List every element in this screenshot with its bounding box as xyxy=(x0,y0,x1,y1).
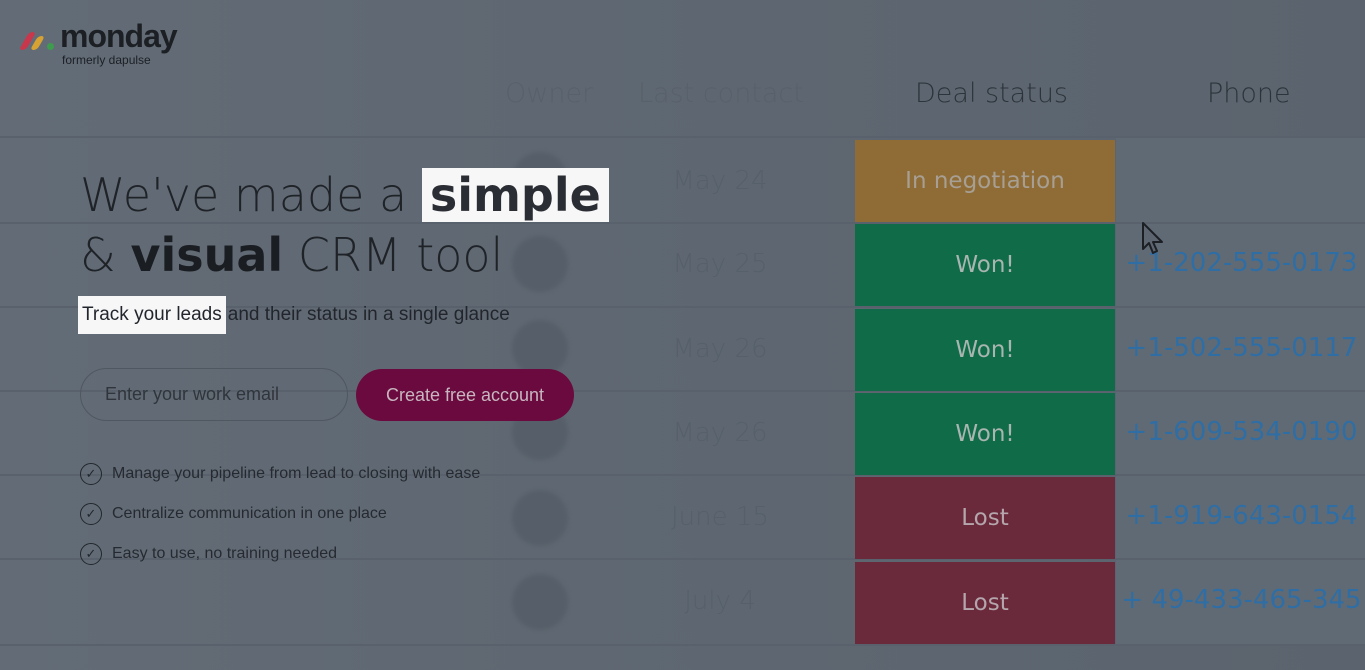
check-circle-icon: ✓ xyxy=(80,543,102,565)
feature-list: ✓ Manage your pipeline from lead to clos… xyxy=(80,462,480,582)
logo-mark-icon xyxy=(18,31,54,50)
col-header-contact: Last contact xyxy=(638,78,804,109)
check-circle-icon: ✓ xyxy=(80,503,102,525)
hero-headline: We've made a simple & visual CRM tool xyxy=(80,165,609,285)
avatar xyxy=(512,320,568,376)
date-cell: May 26 xyxy=(672,334,768,364)
date-cell: May 26 xyxy=(672,418,768,448)
row-divider xyxy=(0,136,1365,138)
feature-text: Manage your pipeline from lead to closin… xyxy=(112,465,481,482)
email-field[interactable] xyxy=(80,368,348,421)
col-header-status: Deal status xyxy=(915,78,1068,109)
status-cell: Won! xyxy=(855,224,1115,306)
date-cell: May 24 xyxy=(672,166,768,196)
row-divider xyxy=(0,644,1365,646)
monday-logo[interactable]: monday formerly dapulse xyxy=(18,18,178,67)
avatar xyxy=(512,574,568,630)
headline-bold: visual xyxy=(130,228,284,282)
status-cell: Lost xyxy=(855,477,1115,559)
feature-item: ✓ Easy to use, no training needed xyxy=(80,542,480,566)
feature-text: Easy to use, no training needed xyxy=(112,545,338,562)
status-cell: In negotiation xyxy=(855,140,1115,222)
phone-cell: +1-502-555-0117 xyxy=(1125,333,1358,363)
logo-wordmark: monday xyxy=(60,18,178,54)
status-cell: Won! xyxy=(855,393,1115,475)
phone-cell: +1-919-643-0154 xyxy=(1125,501,1358,531)
status-cell: Lost xyxy=(855,562,1115,644)
headline-ampersand: & xyxy=(80,228,116,282)
headline-suffix: CRM tool xyxy=(297,228,504,282)
logo-tagline: formerly dapulse xyxy=(62,53,151,67)
status-cell: Won! xyxy=(855,309,1115,391)
check-circle-icon: ✓ xyxy=(80,463,102,485)
headline-highlight: simple xyxy=(421,168,609,222)
col-header-owner: Owner xyxy=(505,78,594,109)
subtitle-highlight: Track your leads xyxy=(78,296,226,334)
date-cell: June 15 xyxy=(671,502,769,532)
col-header-phone: Phone xyxy=(1207,78,1291,109)
mouse-pointer-icon xyxy=(1142,222,1163,254)
date-cell: July 4 xyxy=(684,586,756,616)
create-account-button[interactable]: Create free account xyxy=(356,369,574,421)
feature-text: Centralize communication in one place xyxy=(112,505,387,522)
subtitle-rest: and their status in a single glance xyxy=(227,304,510,325)
phone-cell: + 49-433-465-345 xyxy=(1121,585,1362,615)
headline-part1: We've made a xyxy=(80,168,408,222)
feature-item: ✓ Manage your pipeline from lead to clos… xyxy=(80,462,480,486)
feature-item: ✓ Centralize communication in one place xyxy=(80,502,480,526)
hero-subtitle: Track your leads and their status in a s… xyxy=(78,296,510,334)
phone-cell: +1-609-534-0190 xyxy=(1125,417,1358,447)
date-cell: May 25 xyxy=(672,249,768,279)
avatar xyxy=(512,490,568,546)
